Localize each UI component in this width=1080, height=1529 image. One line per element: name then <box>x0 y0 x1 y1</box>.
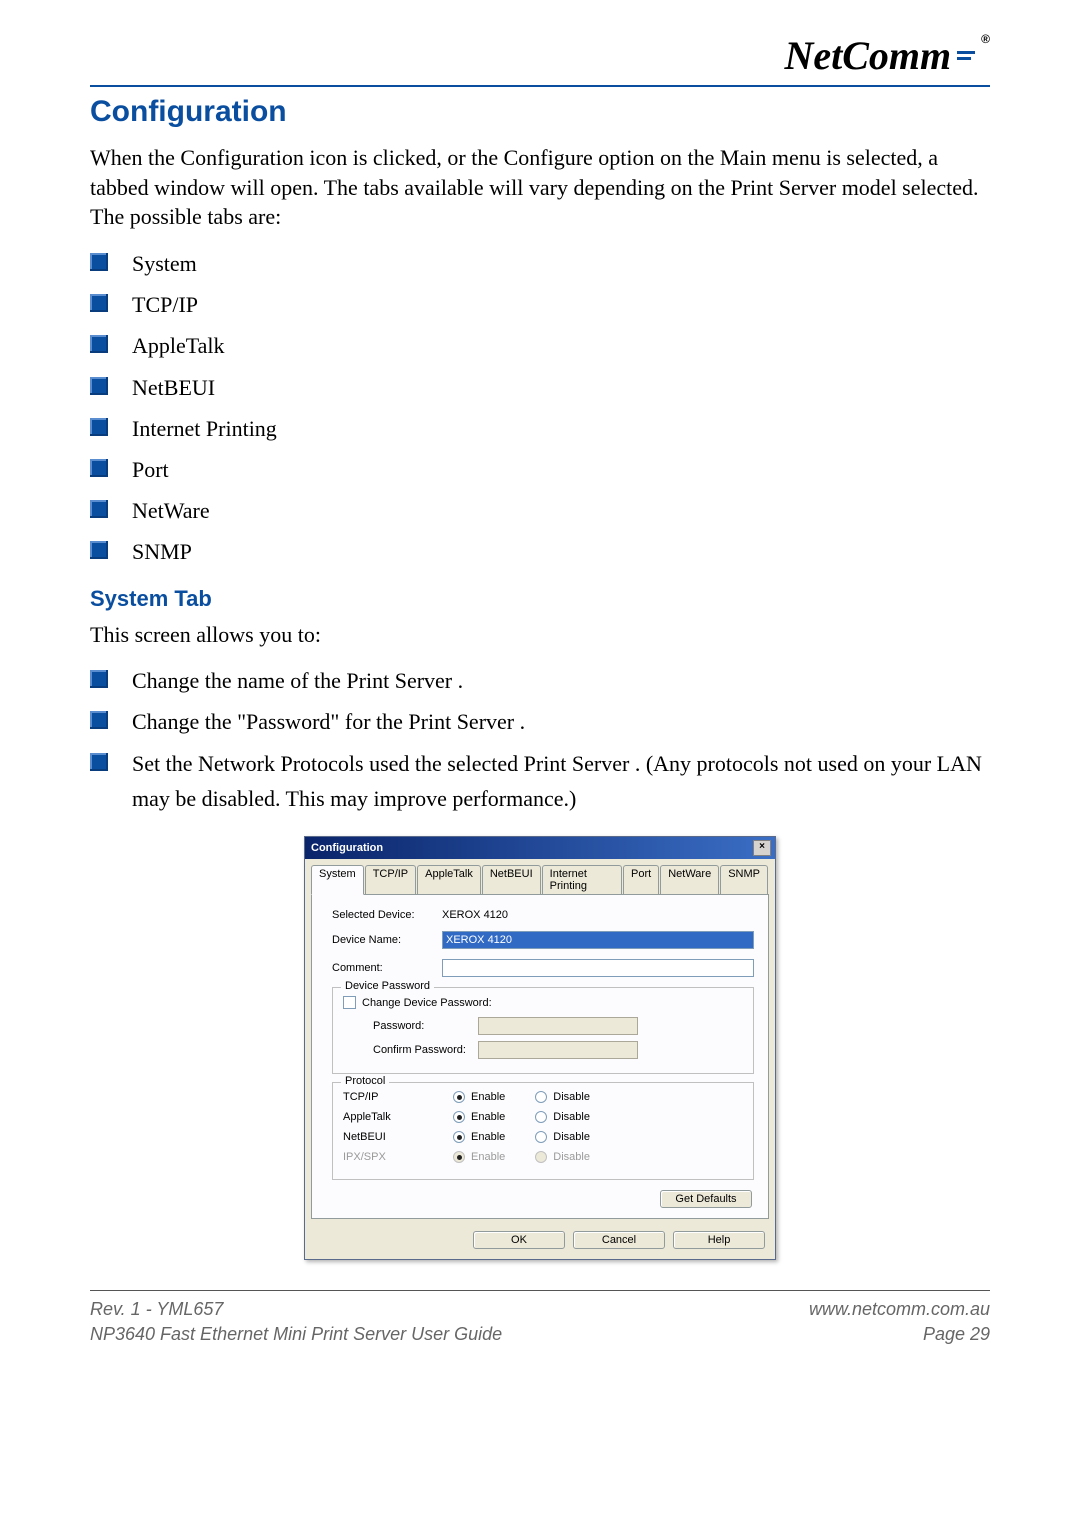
protocol-group: Protocol TCP/IP Enable Disable AppleTalk… <box>332 1082 754 1180</box>
selected-device-label: Selected Device: <box>332 909 442 921</box>
ipxspx-enable-radio <box>453 1151 465 1163</box>
page-footer: Rev. 1 - YML657 www.netcomm.com.au <box>90 1299 990 1320</box>
footer-page: Page 29 <box>923 1324 990 1345</box>
list-item: TCP/IP <box>90 287 990 322</box>
protocol-name: NetBEUI <box>343 1131 453 1143</box>
tab-tcpip[interactable]: TCP/IP <box>365 865 416 894</box>
netbeui-disable-radio[interactable] <box>535 1131 547 1143</box>
header-rule <box>90 85 990 87</box>
list-item: Change the "Password" for the Print Serv… <box>90 704 990 739</box>
appletalk-disable-radio[interactable] <box>535 1111 547 1123</box>
confirm-password-label: Confirm Password: <box>373 1044 478 1056</box>
footer-guide: NP3640 Fast Ethernet Mini Print Server U… <box>90 1324 502 1345</box>
dialog-tabs: System TCP/IP AppleTalk NetBEUI Internet… <box>305 859 775 894</box>
disable-label: Disable <box>553 1111 590 1123</box>
tab-appletalk[interactable]: AppleTalk <box>417 865 481 894</box>
help-button[interactable]: Help <box>673 1231 765 1249</box>
appletalk-enable-radio[interactable] <box>453 1111 465 1123</box>
registered-icon: ® <box>981 32 990 46</box>
tcpip-enable-radio[interactable] <box>453 1091 465 1103</box>
device-password-group: Device Password Change Device Password: … <box>332 987 754 1074</box>
device-name-field[interactable] <box>442 931 754 949</box>
dialog-titlebar: Configuration × <box>305 837 775 859</box>
disable-label: Disable <box>553 1091 590 1103</box>
list-item: NetWare <box>90 493 990 528</box>
tab-internet-printing[interactable]: Internet Printing <box>542 865 622 894</box>
footer-rule <box>90 1290 990 1291</box>
footer-rev: Rev. 1 - YML657 <box>90 1299 223 1320</box>
protocol-legend: Protocol <box>341 1075 389 1087</box>
list-item: Port <box>90 452 990 487</box>
brand-text: NetComm <box>784 32 951 79</box>
subsection-title: System Tab <box>90 586 990 612</box>
dialog-body: Selected Device: XEROX 4120 Device Name:… <box>311 894 769 1219</box>
tab-netbeui[interactable]: NetBEUI <box>482 865 541 894</box>
tab-system[interactable]: System <box>311 865 364 895</box>
brand-dash-icon <box>957 51 975 60</box>
list-item: Change the name of the Print Server . <box>90 663 990 698</box>
netbeui-enable-radio[interactable] <box>453 1131 465 1143</box>
ok-button[interactable]: OK <box>473 1231 565 1249</box>
protocol-name: TCP/IP <box>343 1091 453 1103</box>
enable-label: Enable <box>471 1131 505 1143</box>
tab-port[interactable]: Port <box>623 865 659 894</box>
footer-url: www.netcomm.com.au <box>809 1299 990 1320</box>
subsection-intro: This screen allows you to: <box>90 620 990 650</box>
list-item: NetBEUI <box>90 370 990 405</box>
disable-label: Disable <box>553 1131 590 1143</box>
disable-label: Disable <box>553 1151 590 1163</box>
page-footer-2: NP3640 Fast Ethernet Mini Print Server U… <box>90 1324 990 1345</box>
intro-paragraph: When the Configuration icon is clicked, … <box>90 143 990 232</box>
list-item: Internet Printing <box>90 411 990 446</box>
enable-label: Enable <box>471 1151 505 1163</box>
comment-field[interactable] <box>442 959 754 977</box>
selected-device-value: XEROX 4120 <box>442 909 508 921</box>
password-label: Password: <box>373 1020 478 1032</box>
change-password-checkbox[interactable] <box>343 996 356 1009</box>
list-item: Set the Network Protocols used the selec… <box>90 746 990 816</box>
actions-list: Change the name of the Print Server . Ch… <box>90 663 990 816</box>
confirm-password-field[interactable] <box>478 1041 638 1059</box>
configuration-dialog: Configuration × System TCP/IP AppleTalk … <box>304 836 776 1260</box>
password-field[interactable] <box>478 1017 638 1035</box>
list-item: SNMP <box>90 534 990 569</box>
device-password-legend: Device Password <box>341 980 434 992</box>
get-defaults-button[interactable]: Get Defaults <box>660 1190 752 1208</box>
tcpip-disable-radio[interactable] <box>535 1091 547 1103</box>
protocol-name: AppleTalk <box>343 1111 453 1123</box>
close-button[interactable]: × <box>753 840 771 856</box>
ipxspx-disable-radio <box>535 1151 547 1163</box>
tabs-list: System TCP/IP AppleTalk NetBEUI Internet… <box>90 246 990 570</box>
dialog-title: Configuration <box>311 842 383 854</box>
list-item: AppleTalk <box>90 328 990 363</box>
tab-snmp[interactable]: SNMP <box>720 865 768 894</box>
brand-logo: NetComm ® <box>784 32 990 79</box>
change-password-label: Change Device Password: <box>362 997 492 1009</box>
enable-label: Enable <box>471 1111 505 1123</box>
section-title: Configuration <box>90 95 990 129</box>
enable-label: Enable <box>471 1091 505 1103</box>
comment-label: Comment: <box>332 962 442 974</box>
cancel-button[interactable]: Cancel <box>573 1231 665 1249</box>
device-name-label: Device Name: <box>332 934 442 946</box>
tab-netware[interactable]: NetWare <box>660 865 719 894</box>
protocol-name: IPX/SPX <box>343 1151 453 1163</box>
list-item: System <box>90 246 990 281</box>
